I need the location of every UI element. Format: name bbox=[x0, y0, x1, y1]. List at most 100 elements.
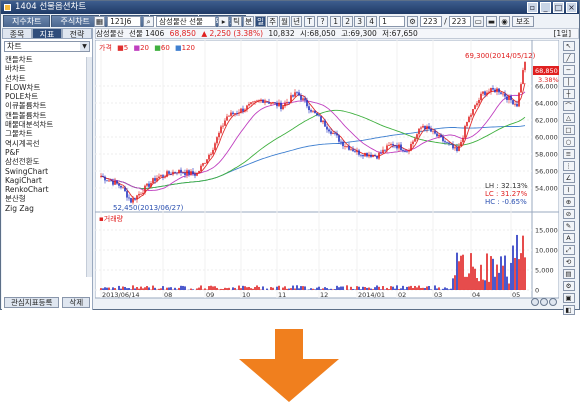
list-item[interactable]: KagiChart bbox=[5, 176, 92, 185]
top-tab-1[interactable]: 주식차트 bbox=[51, 15, 99, 27]
draw-tool-icon[interactable]: ⌒ bbox=[562, 101, 575, 111]
period-button[interactable]: 월 bbox=[279, 15, 291, 27]
draw-tool-icon[interactable]: ─ bbox=[562, 65, 575, 75]
draw-tool-icon[interactable]: ✎ bbox=[562, 221, 575, 231]
info-change: ▲ 2,250 (3.38%) bbox=[201, 29, 263, 38]
category-select[interactable]: 차트 ▼ bbox=[4, 41, 90, 52]
volume-bar bbox=[462, 254, 464, 290]
candle-body bbox=[244, 109, 246, 112]
volume-bar bbox=[324, 287, 326, 290]
draw-tool-icon[interactable]: ○ bbox=[562, 137, 575, 147]
next-icon[interactable]: ▸ bbox=[218, 15, 230, 27]
list-item[interactable]: 캔들차트 bbox=[5, 55, 92, 64]
candle-body bbox=[398, 144, 400, 149]
list-item[interactable]: 캔들볼륨차트 bbox=[5, 111, 92, 120]
list-item[interactable]: 역시계곡선 bbox=[5, 139, 92, 148]
price-chart[interactable]: 66,00064,00062,00060,00058,00056,00054,0… bbox=[95, 40, 559, 308]
draw-tool-icon[interactable]: ⚙ bbox=[562, 281, 575, 291]
volume-bar bbox=[472, 266, 474, 290]
zoom-out-icon[interactable] bbox=[540, 298, 548, 306]
period-button[interactable]: 일 bbox=[255, 15, 267, 27]
maximize-icon[interactable]: □ bbox=[553, 2, 564, 13]
list-item[interactable]: 삼선전환도 bbox=[5, 157, 92, 166]
volume-bar bbox=[168, 287, 170, 290]
volume-bar bbox=[480, 264, 482, 290]
interval-button[interactable]: 1 bbox=[330, 15, 342, 27]
help-icon[interactable]: ? bbox=[317, 15, 329, 27]
drawing-toolbar: ↖ ╱ ─ │ ┼ ⌒ △ □ ○ ≡ ⋮ ∠ ⌇ ⊕ ⊘ ✎ A ⤢ ⟲ ▤ ⚙ ▣ ◧ bbox=[559, 41, 578, 315]
range-end-input[interactable]: 223 bbox=[448, 15, 471, 27]
aux-button[interactable]: 보조 bbox=[511, 15, 534, 27]
list-item[interactable]: 분산형 bbox=[5, 194, 92, 203]
volume-bar bbox=[138, 288, 140, 290]
candle-body bbox=[458, 146, 460, 151]
draw-tool-icon[interactable]: ⤢ bbox=[562, 245, 575, 255]
draw-tool-icon[interactable]: ▤ bbox=[562, 269, 575, 279]
top-tab-0[interactable]: 지수차트 bbox=[3, 15, 51, 27]
left-subtab-1[interactable]: 지표 bbox=[32, 28, 62, 39]
draw-tool-icon[interactable]: △ bbox=[562, 113, 575, 123]
settings-icon[interactable]: ⚙ bbox=[407, 15, 419, 27]
draw-tool-icon[interactable]: ∠ bbox=[562, 173, 575, 183]
interval-button[interactable]: 4 bbox=[366, 15, 378, 27]
draw-tool-icon[interactable]: ╱ bbox=[562, 53, 575, 63]
period-button[interactable]: 틱 bbox=[231, 15, 243, 27]
zoom-in-icon[interactable] bbox=[531, 298, 539, 306]
list-item[interactable]: 이큐볼륨차트 bbox=[5, 101, 92, 110]
candle-body bbox=[368, 154, 370, 157]
zoom-in-icon[interactable]: ▬ bbox=[485, 15, 497, 27]
list-item[interactable]: 그물차트 bbox=[5, 129, 92, 138]
draw-tool-icon[interactable]: │ bbox=[562, 77, 575, 87]
volume-bar bbox=[252, 288, 254, 290]
period-button[interactable]: 분 bbox=[243, 15, 255, 27]
candle-body bbox=[366, 152, 368, 157]
draw-tool-icon[interactable]: ↖ bbox=[562, 41, 575, 51]
chart-type-icon[interactable]: ▦ bbox=[94, 15, 106, 27]
candle-body bbox=[148, 183, 150, 187]
code-input[interactable]: 121J6 bbox=[107, 15, 142, 27]
zoom-out-icon[interactable]: ▭ bbox=[472, 15, 484, 27]
chevron-down-icon[interactable]: ▼ bbox=[80, 42, 89, 51]
pin-icon[interactable]: ▫ bbox=[527, 2, 538, 13]
draw-tool-icon[interactable]: ▣ bbox=[562, 293, 575, 303]
list-item[interactable]: P&F bbox=[5, 148, 92, 157]
period-button[interactable]: 년 bbox=[291, 15, 303, 27]
list-item[interactable]: SwingChart bbox=[5, 167, 92, 176]
delete-button[interactable]: 삭제 bbox=[62, 297, 91, 308]
zoom-reset-icon[interactable] bbox=[549, 298, 557, 306]
refresh-icon[interactable]: ◉ bbox=[498, 15, 510, 27]
candle-body bbox=[410, 143, 412, 151]
volume-bar bbox=[226, 288, 228, 290]
draw-tool-icon[interactable]: ⟲ bbox=[562, 257, 575, 267]
draw-tool-icon[interactable]: ⋮ bbox=[562, 161, 575, 171]
interval-button[interactable]: 2 bbox=[342, 15, 354, 27]
draw-tool-icon[interactable]: A bbox=[562, 233, 575, 243]
list-item[interactable]: 선차트 bbox=[5, 74, 92, 83]
close-icon[interactable]: × bbox=[566, 2, 577, 13]
draw-tool-icon[interactable]: □ bbox=[562, 125, 575, 135]
draw-tool-icon[interactable]: ◧ bbox=[562, 305, 575, 315]
minimize-icon[interactable]: _ bbox=[540, 2, 551, 13]
draw-tool-icon[interactable]: ┼ bbox=[562, 89, 575, 99]
left-scrollbar[interactable] bbox=[86, 57, 92, 277]
draw-tool-icon[interactable]: ⌇ bbox=[562, 185, 575, 195]
candle-body bbox=[330, 131, 332, 134]
left-subtab-0[interactable]: 종목 bbox=[2, 28, 32, 39]
tick-icon[interactable]: T bbox=[304, 15, 316, 27]
draw-tool-icon[interactable]: ≡ bbox=[562, 149, 575, 159]
list-item[interactable]: 매물대분석차트 bbox=[5, 120, 92, 129]
draw-tool-icon[interactable]: ⊘ bbox=[562, 209, 575, 219]
period-button[interactable]: 주 bbox=[267, 15, 279, 27]
interval-input[interactable]: 1 bbox=[379, 15, 406, 27]
draw-tool-icon[interactable]: ⊕ bbox=[562, 197, 575, 207]
register-indicator-button[interactable]: 관심지표등록 bbox=[4, 297, 60, 308]
range-start-input[interactable]: 223 bbox=[420, 15, 443, 27]
list-item[interactable]: 바차트 bbox=[5, 64, 92, 73]
volume-bar bbox=[112, 287, 114, 290]
list-item[interactable]: Zig Zag bbox=[5, 204, 92, 213]
list-item[interactable]: FLOW차트 bbox=[5, 83, 92, 92]
volume-bar bbox=[124, 286, 126, 290]
search-icon[interactable]: ⌕ bbox=[143, 15, 155, 27]
left-subtab-2[interactable]: 전략 bbox=[62, 28, 92, 39]
interval-button[interactable]: 3 bbox=[354, 15, 366, 27]
